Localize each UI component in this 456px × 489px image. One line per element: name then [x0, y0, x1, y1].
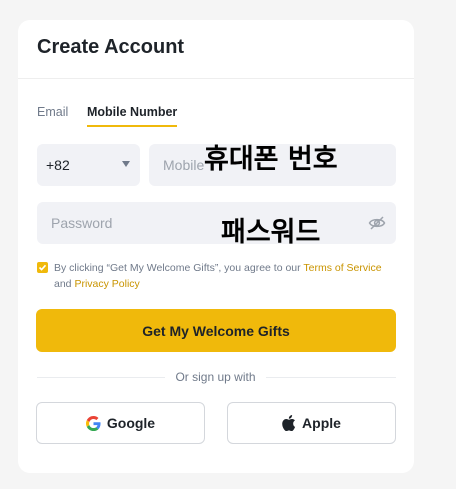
divider-label: Or sign up with	[175, 370, 256, 384]
country-code-value: +82	[46, 157, 70, 173]
google-signup-button[interactable]: Google	[36, 402, 205, 444]
terms-and: and	[54, 278, 75, 290]
eye-off-icon[interactable]	[368, 215, 386, 231]
mobile-number-input[interactable]	[149, 144, 396, 186]
terms-checkbox[interactable]	[37, 262, 48, 273]
terms-prefix: By clicking “Get My Welcome Gifts”, you …	[54, 262, 304, 274]
google-icon	[85, 415, 101, 431]
country-code-select[interactable]: +82	[37, 144, 140, 186]
password-input[interactable]	[37, 202, 396, 244]
tab-email[interactable]: Email	[37, 105, 68, 119]
privacy-policy-link[interactable]: Privacy Policy	[74, 278, 139, 290]
apple-label: Apple	[302, 415, 341, 431]
get-welcome-gifts-button[interactable]: Get My Welcome Gifts	[36, 309, 396, 352]
google-label: Google	[106, 415, 156, 431]
signup-card: Create Account Email Mobile Number +82 휴…	[18, 20, 414, 473]
tab-mobile-number[interactable]: Mobile Number	[87, 105, 178, 127]
card-header: Create Account	[18, 20, 414, 79]
page-title: Create Account	[37, 36, 185, 58]
divider-line-left	[37, 377, 165, 378]
apple-signup-button[interactable]: Apple	[227, 402, 396, 444]
terms-text: By clicking “Get My Welcome Gifts”, you …	[54, 260, 399, 292]
terms-of-service-link[interactable]: Terms of Service	[303, 262, 381, 274]
divider-line-right	[266, 377, 396, 378]
checkmark-icon	[38, 264, 47, 271]
apple-icon	[282, 415, 296, 431]
caret-down-icon	[122, 161, 130, 167]
